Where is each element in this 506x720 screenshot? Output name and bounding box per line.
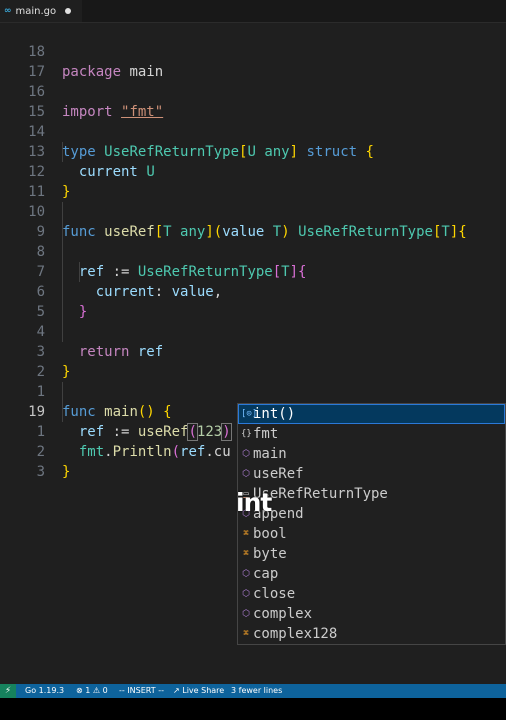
- go-file-icon: ∞: [4, 6, 12, 16]
- function-icon: ⬡: [242, 589, 250, 599]
- class-icon: ⌘: [243, 529, 249, 539]
- suggestion-item[interactable]: ⬡ complex: [238, 604, 505, 624]
- module-icon: {}: [241, 429, 252, 439]
- status-bar: ⚡ Go 1.19.3 ⊗ 1 ⚠ 0 -- INSERT -- ↗ Live …: [0, 684, 506, 698]
- suggestion-item[interactable]: ⌘ bool: [238, 524, 505, 544]
- code-line: 11: [0, 162, 506, 200]
- suggestion-item[interactable]: ▭ UseRefReturnType: [238, 484, 505, 504]
- unsaved-dot-icon[interactable]: [65, 8, 71, 14]
- code-line: 17: [0, 42, 506, 80]
- code-line: 8 ref := UseRefReturnType[T]{: [0, 222, 506, 280]
- suggestion-item[interactable]: ⬡ useRef: [238, 464, 505, 484]
- code-line: 6 }: [0, 262, 506, 320]
- suggestion-item[interactable]: ⌘ byte: [238, 544, 505, 564]
- suggestion-item[interactable]: [⊙] int(): [238, 404, 505, 424]
- function-icon: ⬡: [242, 609, 250, 619]
- suggestion-item[interactable]: {} fmt: [238, 424, 505, 444]
- tab-filename: main.go: [15, 5, 57, 17]
- code-line: 5: [0, 282, 506, 320]
- code-line: 3 }: [0, 322, 506, 380]
- code-line: 7 current: value,: [0, 242, 506, 300]
- class-icon: ⌘: [243, 629, 249, 639]
- code-line: 14 type UseRefReturnType[U any] struct {: [0, 102, 506, 160]
- code-line: 13 current U: [0, 122, 506, 180]
- code-line: 2: [0, 342, 506, 380]
- code-line: 1 func main() {: [0, 362, 506, 420]
- problems-status[interactable]: ⊗ 1 ⚠ 0: [76, 684, 108, 698]
- code-line-current: 19 ref := useRef(123): [0, 382, 506, 441]
- suggestion-item[interactable]: ⌘ complex128: [238, 624, 505, 644]
- live-share-button[interactable]: ↗ Live Share: [173, 684, 224, 698]
- code-line: 15: [0, 82, 506, 120]
- live-share-icon: ↗: [173, 686, 183, 695]
- variable-icon: [⊙]: [241, 409, 258, 419]
- mode-status: -- INSERT --: [119, 686, 164, 695]
- overlay-caption: int: [236, 488, 272, 517]
- suggestion-item[interactable]: ⬡ cap: [238, 564, 505, 584]
- code-line: 12 }: [0, 142, 506, 200]
- code-line: 4 return ref: [0, 302, 506, 360]
- function-icon: ⬡: [242, 469, 250, 479]
- code-line: 18 package main: [0, 22, 506, 80]
- bottom-strip: [0, 698, 506, 720]
- suggestion-item[interactable]: ⬡ main: [238, 444, 505, 464]
- autocomplete-suggestions[interactable]: [⊙] int() {} fmt ⬡ main ⬡ useRef ▭ UseRefRetu…: [237, 403, 506, 645]
- code-line: 10 func useRef[T any](value T) UseRefRet…: [0, 182, 506, 240]
- go-version-status[interactable]: Go 1.19.3: [25, 684, 64, 698]
- class-icon: ⌘: [243, 549, 249, 559]
- suggestion-item[interactable]: ⬡ close: [238, 584, 505, 604]
- function-icon: ⬡: [242, 569, 250, 579]
- status-message: 3 fewer lines: [231, 686, 283, 695]
- line-number: 3: [36, 464, 45, 480]
- remote-indicator-icon[interactable]: ⚡: [0, 684, 16, 698]
- function-icon: ⬡: [242, 449, 250, 459]
- code-line: 16 import "fmt": [0, 62, 506, 120]
- tab-main-go[interactable]: ∞ main.go: [0, 0, 82, 22]
- suggestion-item[interactable]: ⬡ append: [238, 504, 505, 524]
- tab-bar: ∞ main.go: [0, 0, 506, 23]
- code-line: 9: [0, 202, 506, 240]
